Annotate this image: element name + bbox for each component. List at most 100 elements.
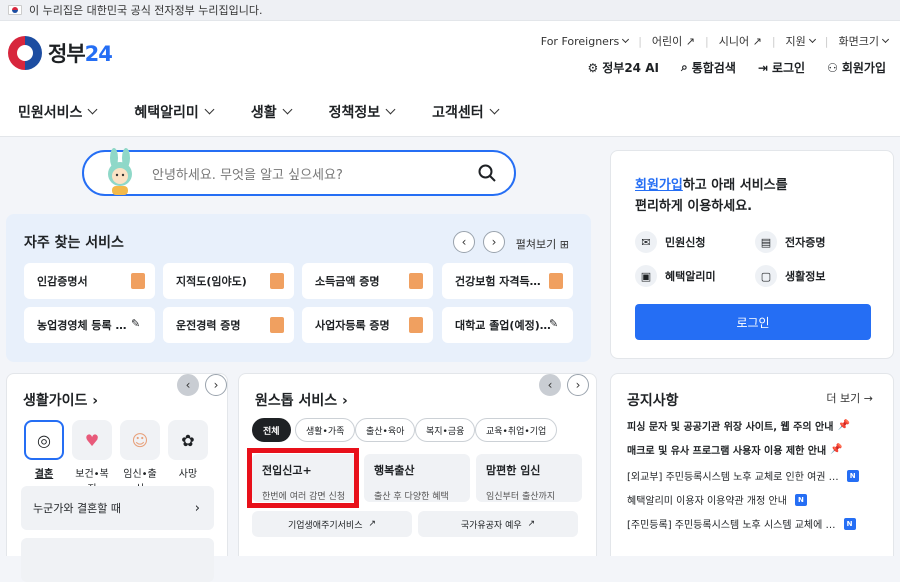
chevron-left-icon: ‹ xyxy=(185,378,191,392)
login-button[interactable]: 로그인 xyxy=(635,304,871,340)
search-input[interactable]: 안녕하세요. 무엇을 알고 싶으세요? xyxy=(82,148,516,196)
chip-birth-childcare[interactable]: 출산•육아 xyxy=(355,418,416,442)
gov-banner-text: 이 누리집은 대한민국 공식 전자정부 누리집입니다. xyxy=(29,4,263,17)
document-icon xyxy=(549,273,563,289)
search-icon: ⌕ xyxy=(680,60,688,74)
service-apply-link[interactable]: ✉ 민원신청 xyxy=(635,231,705,253)
support-menu[interactable]: 지원 xyxy=(786,33,816,49)
integrated-search-button[interactable]: ⌕ 통합검색 xyxy=(681,59,736,76)
heart-icon: ♥ xyxy=(72,420,112,460)
nav-customer-center[interactable]: 고객센터 xyxy=(432,102,500,122)
notice-item[interactable]: 혜택알리미 이용자 이용약관 개정 안내 N xyxy=(627,492,883,507)
highlight-box xyxy=(247,448,359,508)
chip-life-family[interactable]: 생활•가족 xyxy=(295,418,356,442)
logo-text: 정부24 xyxy=(48,42,113,66)
font-size-menu[interactable]: 화면크기 xyxy=(839,33,890,49)
notice-item[interactable]: [외교부] 주민등록시스템 노후 교체로 인한 여권 … N xyxy=(627,468,883,483)
new-badge: N xyxy=(843,517,856,530)
login-link[interactable]: ⇥ 로그인 xyxy=(758,59,805,76)
onestop-service-panel: 원스톱 서비스 › ‹ › 전체 생활•가족 출산•육아 복지•금융 교육•취업… xyxy=(238,373,597,556)
life-guide-row[interactable]: 누군가와 결혼할 때 › xyxy=(21,486,214,530)
onestop-card[interactable]: 맘편한 임신 임신부터 출산까지 xyxy=(476,454,582,502)
chevron-right-icon: › xyxy=(213,378,219,392)
join-link[interactable]: ⚇ 회원가입 xyxy=(827,59,886,76)
quick-menu: ⚙ 정부24 AI ⌕ 통합검색 ⇥ 로그인 ⚇ 회원가입 xyxy=(587,59,886,76)
service-tile[interactable]: 대학교 졸업(예정)… ✎ xyxy=(442,307,573,343)
search-icon[interactable] xyxy=(478,164,496,182)
search-placeholder: 안녕하세요. 무엇을 알고 싶으세요? xyxy=(152,167,343,183)
gift-icon: ▣ xyxy=(635,265,657,287)
chevron-down-icon xyxy=(622,35,630,44)
chip-all[interactable]: 전체 xyxy=(252,418,291,442)
pencil-icon: ✎ xyxy=(131,317,141,330)
next-arrow-button[interactable]: › xyxy=(205,374,227,396)
chip-welfare-finance[interactable]: 복지•금융 xyxy=(415,418,476,442)
notice-item[interactable]: 피싱 문자 및 공공기관 위장 사이트, 웹 주의 안내 📌 xyxy=(627,418,883,433)
chevron-right-icon: › xyxy=(575,378,581,392)
prev-arrow-button[interactable]: ‹ xyxy=(177,374,199,396)
service-benefit-link[interactable]: ▣ 혜택알리미 xyxy=(635,265,716,287)
notice-item[interactable]: 매크로 및 유사 프로그램 사용자 이용 제한 안내 📌 xyxy=(627,442,883,457)
life-cat-pregnancy[interactable]: ☺임신•출산 xyxy=(119,420,161,495)
chevron-right-icon: › xyxy=(342,393,348,409)
notice-title: 공지사항 xyxy=(627,393,679,409)
bookmark-icon: ▢ xyxy=(755,265,777,287)
onestop-card[interactable]: 행복출산 출산 후 다양한 혜택 xyxy=(364,454,470,502)
for-foreigners-link[interactable]: For Foreigners xyxy=(541,33,630,49)
chip-education-employment[interactable]: 교육•취업•기업 xyxy=(475,418,558,442)
document-icon xyxy=(270,317,284,333)
chevron-left-icon: ‹ xyxy=(547,378,553,392)
onestop-title[interactable]: 원스톱 서비스 › xyxy=(255,390,348,410)
new-badge: N xyxy=(794,493,807,506)
life-guide-title[interactable]: 생활가이드 › xyxy=(23,390,98,410)
notice-item[interactable]: [주민등록] 주민등록시스템 노후 시스템 교체에 … N xyxy=(627,516,883,531)
service-tile[interactable]: 운전경력 증명 xyxy=(163,307,294,343)
expand-button[interactable]: 펼쳐보기 ⊞ xyxy=(516,236,569,252)
prev-arrow-button[interactable]: ‹ xyxy=(453,231,475,253)
service-tile[interactable]: 건강보험 자격득… xyxy=(442,263,573,299)
life-cat-marriage[interactable]: ◎ 결혼 xyxy=(23,420,65,480)
business-lifecycle-link[interactable]: 기업생애주기서비스 ↗ xyxy=(252,511,412,537)
external-link-icon: ↗ xyxy=(527,519,536,529)
service-life-info-link[interactable]: ▢ 생활정보 xyxy=(755,265,825,287)
nav-policy-info[interactable]: 정책정보 xyxy=(329,102,396,122)
life-guide-panel: 생활가이드 › ‹ › ◎결혼 ♥보건•복지 ☺임신•출산 ✿사망 누군가와 결… xyxy=(6,373,228,582)
document-icon xyxy=(409,273,423,289)
mail-icon: ✉ xyxy=(635,231,657,253)
life-cat-death[interactable]: ✿ 사망 xyxy=(167,420,209,480)
chevron-right-icon: › xyxy=(194,500,200,516)
external-link-icon: ↗ xyxy=(752,34,762,48)
life-guide-row[interactable] xyxy=(21,538,214,582)
chevron-down-icon xyxy=(204,104,215,115)
next-arrow-button[interactable]: › xyxy=(483,231,505,253)
more-link[interactable]: 더 보기 → xyxy=(826,390,873,406)
document-icon xyxy=(270,273,284,289)
nav-benefit-alert[interactable]: 혜택알리미 xyxy=(134,102,215,122)
chevron-down-icon xyxy=(385,104,396,115)
service-tile[interactable]: 소득금액 증명 xyxy=(302,263,433,299)
chevron-right-icon: › xyxy=(491,235,497,249)
pin-icon: 📌 xyxy=(830,444,843,455)
join-link[interactable]: 회원가입 xyxy=(635,178,683,193)
prev-arrow-button[interactable]: ‹ xyxy=(539,374,561,396)
service-certificate-link[interactable]: ▤ 전자증명 xyxy=(755,231,825,253)
pencil-icon: ✎ xyxy=(549,317,559,330)
kids-link[interactable]: 어린이 ↗ xyxy=(652,33,695,49)
next-arrow-button[interactable]: › xyxy=(567,374,589,396)
nav-life[interactable]: 생활 xyxy=(251,102,293,122)
senior-link[interactable]: 시니어 ↗ xyxy=(719,33,762,49)
user-plus-icon: ⚇ xyxy=(827,60,838,75)
veterans-link[interactable]: 국가유공자 예우 ↗ xyxy=(418,511,578,537)
service-tile[interactable]: 지적도(임야도) xyxy=(163,263,294,299)
site-logo[interactable]: 정부24 xyxy=(8,36,113,70)
life-cat-health[interactable]: ♥보건•복지 xyxy=(71,420,113,495)
service-tile[interactable]: 사업자등록 증명 xyxy=(302,307,433,343)
service-tile[interactable]: 인감증명서 xyxy=(24,263,155,299)
frequent-services-title: 자주 찾는 서비스 xyxy=(24,235,124,251)
nav-civil-service[interactable]: 민원서비스 xyxy=(18,102,98,122)
service-tile[interactable]: 농업경영체 등록 … ✎ xyxy=(24,307,155,343)
rabbit-mascot-icon xyxy=(108,148,132,195)
login-icon: ⇥ xyxy=(757,60,768,75)
grid-icon: ⊞ xyxy=(559,238,569,251)
gov24-ai-button[interactable]: ⚙ 정부24 AI xyxy=(587,59,658,76)
